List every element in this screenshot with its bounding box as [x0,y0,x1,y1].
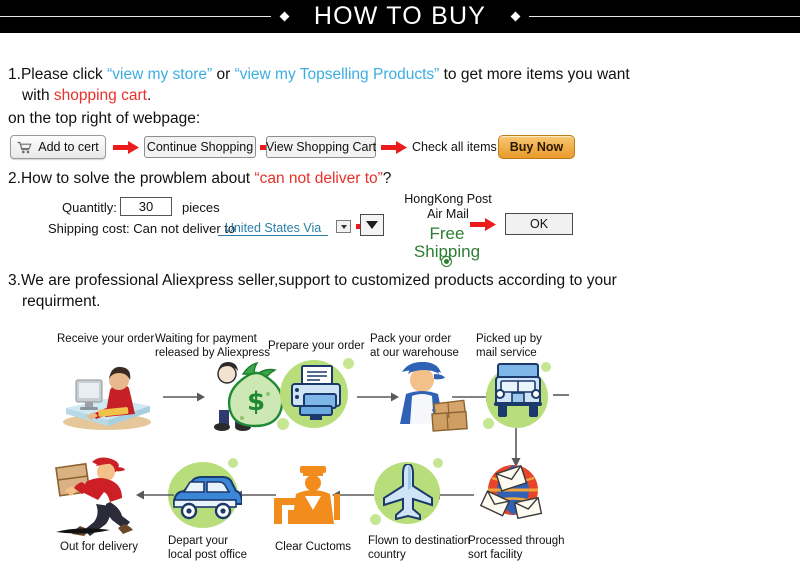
arrow-right-icon-5 [470,218,497,231]
arrow-right-icon-3 [381,141,408,154]
section2-text-pre: How to solve the prowblem about [20,170,255,187]
section3-line1: We are professional Aliexpress seller,su… [20,272,617,289]
section1-subtitle: on the top right of webpage: [8,110,201,127]
carrier-line2: Air Mail [427,207,469,221]
ok-label: OK [529,217,549,231]
person-at-computer-icon [58,362,156,432]
shopping-cart-icon [17,141,32,154]
page-header: HOW TO BUY [0,0,800,33]
airplane-icon [382,464,434,520]
ok-button[interactable]: OK [505,213,573,235]
arrow-right-icon-1 [113,141,140,154]
add-to-cart-label: Add to cert [38,140,99,154]
buy-now-label: Buy Now [509,140,564,154]
section1-tail: to get more items you want [439,66,630,83]
link-view-topselling-products[interactable]: “view my Topselling Products” [235,66,440,83]
flow-caption-pack-order: Pack your order at our warehouse [370,333,459,359]
view-shopping-cart-button[interactable]: View Shopping Cart [266,136,376,158]
flow-caption-out-for-delivery: Out for delivery [60,541,138,553]
flow-caption-processed-sort: Processed through sort facility [468,535,565,561]
link-view-my-store[interactable]: “view my store” [107,66,212,83]
delivery-truck-icon [492,362,544,424]
money-bag-icon: $ [205,358,285,434]
quantity-input[interactable]: 30 [120,197,172,216]
shipping-cost-label: Shipping cost: Can not deliver to [48,221,236,236]
mail-sorting-globe-icon [478,462,548,524]
section2-text-post: ? [382,170,392,187]
running-courier-icon [52,456,142,536]
delivery-van-icon [170,474,242,520]
quantity-value: 30 [138,199,154,214]
flow-caption-prepare-order: Prepare your order [268,340,365,352]
section1-number: 1. [8,66,21,83]
section2-number: 2. [8,170,21,187]
cannot-deliver-emphasis: “can not deliver to” [254,170,383,187]
flow-caption-receive-order: Receive your order [57,333,155,345]
section1-line2-post: . [146,87,152,104]
section1-text: 1.Please click “view my store” or “view … [8,64,648,106]
flow-caption-depart-post-office: Depart your local post office [168,535,248,561]
continue-shopping-button[interactable]: Continue Shopping [144,136,256,158]
blob-dot-plane-1 [433,458,443,468]
section1-line2-pre: with [22,87,54,104]
blob-dot-printer-1 [343,358,354,369]
check-all-items-label: Check all items [412,140,497,154]
quantity-label: Quantitly: [62,200,117,215]
section2-text: 2.How to solve the prowblem about “can n… [8,168,648,189]
shipping-dropdown-button[interactable] [360,214,384,236]
header-rule-right [529,16,800,17]
section3-text: 3.We are professional Aliexpress seller,… [8,270,658,312]
printer-icon [288,364,344,422]
continue-shopping-label: Continue Shopping [146,140,254,154]
diamond-icon-left [279,11,290,22]
free-shipping-radio[interactable] [441,256,452,267]
buy-now-button[interactable]: Buy Now [498,135,575,159]
carrier-line1: HongKong Post [404,192,492,206]
add-to-cart-button[interactable]: Add to cert [10,135,106,159]
page-title: HOW TO BUY [313,2,487,30]
section1-mid: or [212,66,235,83]
flow-caption-picked-up: Picked up by mail service [476,333,542,359]
section3-line2: requirment. [22,293,101,310]
flow-caption-flown-destination: Flown to destination country [368,535,471,561]
free-shipping-line1: Free [429,224,465,243]
shopping-cart-emphasis: shopping cart [53,87,147,104]
view-shopping-cart-label: View Shopping Cart [265,140,377,154]
blob-dot-plane-2 [370,514,381,525]
flow-caption-waiting-payment: Waiting for payment released by Aliexpre… [155,333,271,359]
pieces-label: pieces [182,200,220,215]
section3-number: 3. [8,272,21,289]
customs-officer-icon [274,466,340,526]
flow-arrow-1 [163,392,206,402]
chevron-down-icon-small [340,224,347,229]
chevron-down-icon-large [366,221,378,229]
flow-dash-right [553,392,571,398]
header-rule-left [0,16,271,17]
diamond-icon-right [510,11,521,22]
country-select-value[interactable]: United States Via [218,221,328,236]
blob-dot-van-1 [228,458,238,468]
section1-lead: Please click [20,66,108,83]
svg-text:$: $ [247,387,265,417]
country-dropdown-small[interactable] [336,220,351,233]
